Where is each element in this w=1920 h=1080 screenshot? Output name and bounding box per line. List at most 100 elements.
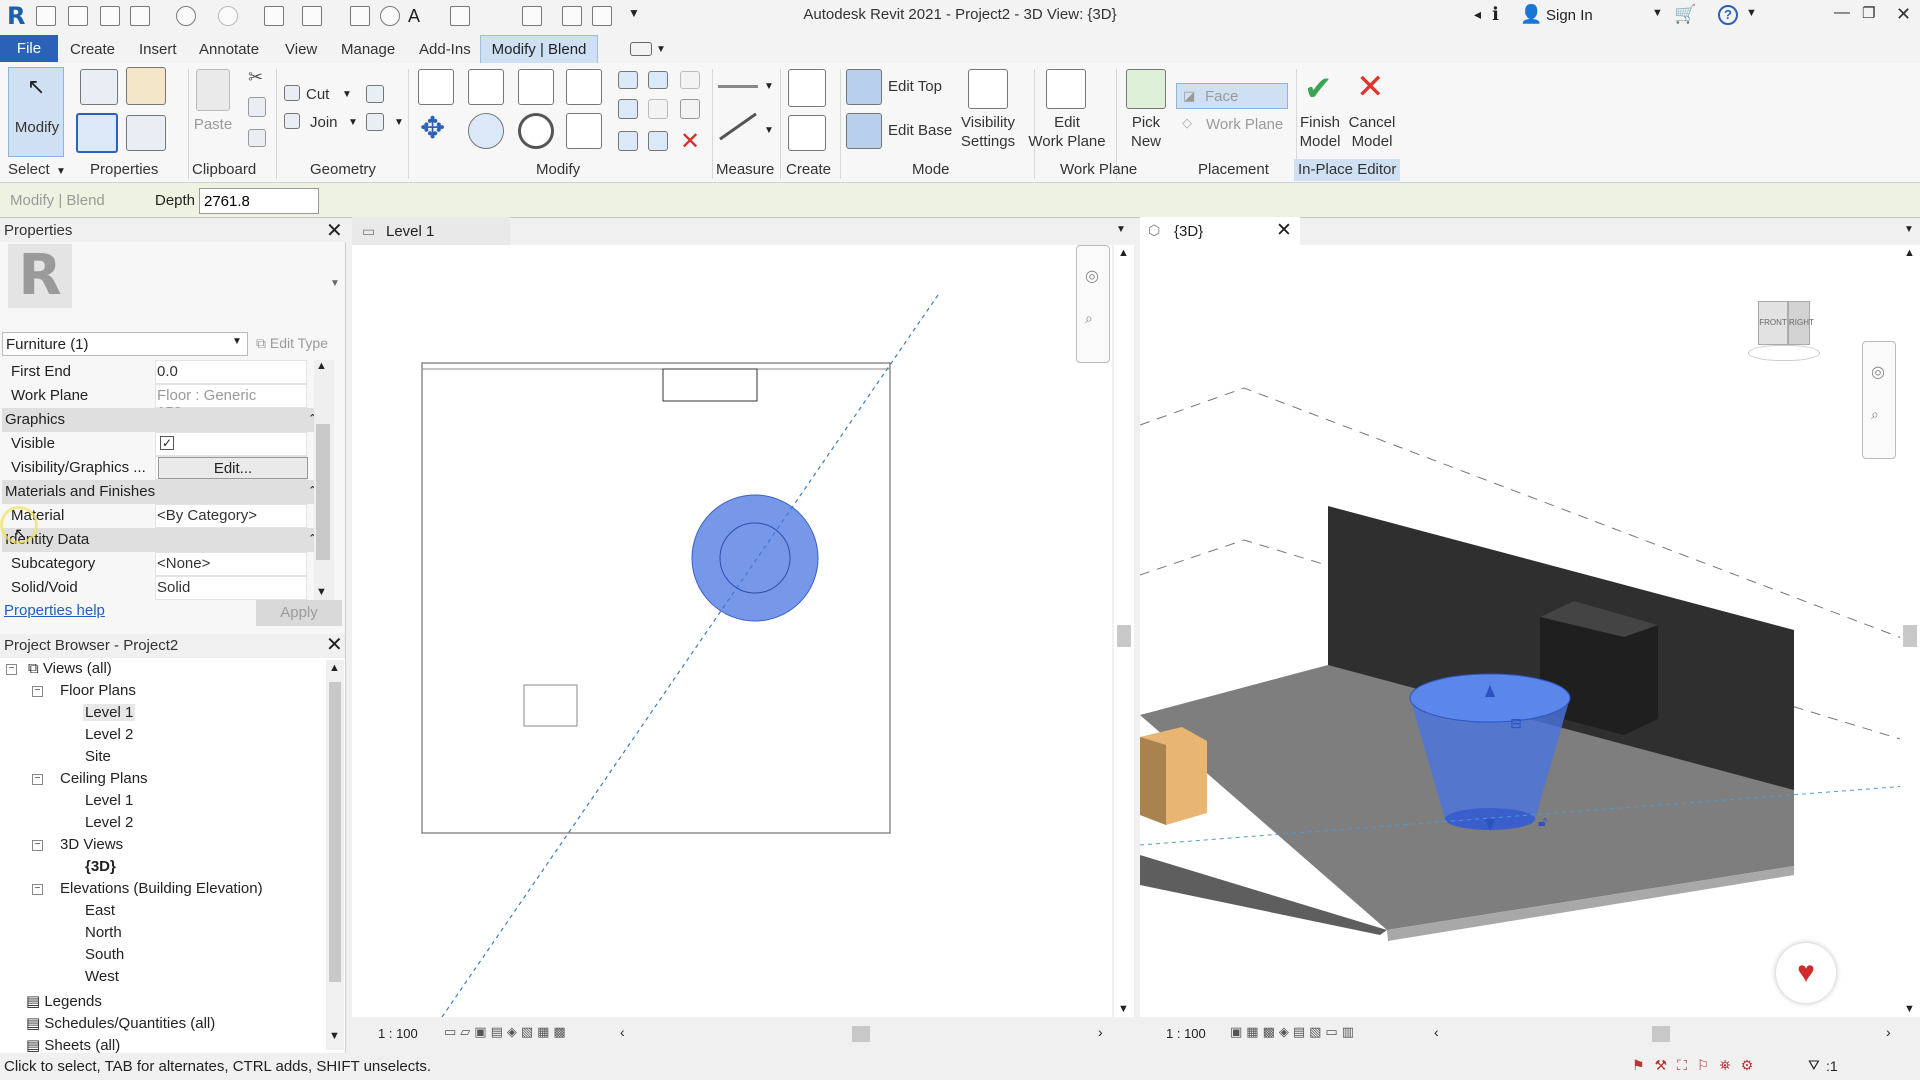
view-cube-right[interactable]: RIGHT	[1788, 301, 1814, 345]
tree-floor-plan-level-1[interactable]: Level 1	[83, 704, 136, 721]
close-3d-tab-icon[interactable]: ✕	[1276, 219, 1292, 242]
edit-top-icon[interactable]	[846, 69, 882, 105]
collapse-icon[interactable]: −	[6, 664, 17, 675]
scroll-down-icon[interactable]: ▼	[316, 586, 327, 598]
view-control-icons-3d[interactable]: ▣▦▩◈▤▧▭▥	[1230, 1024, 1358, 1040]
help-dropdown-icon[interactable]: ▼	[1746, 7, 1757, 19]
tree-floor-plan-site[interactable]: Site	[85, 748, 111, 765]
properties-palette-icon[interactable]	[80, 69, 118, 105]
steering-wheel-icon[interactable]: ◎	[1085, 266, 1099, 286]
minimize-icon[interactable]: —	[1834, 4, 1850, 22]
tree-elevation-west[interactable]: West	[85, 968, 119, 985]
horizontal-scroll-thumb[interactable]	[852, 1026, 870, 1042]
work-plane-placement-label[interactable]: Work Plane	[1206, 115, 1283, 134]
dimension-dropdown-icon[interactable]: ▼	[764, 125, 774, 136]
cart-icon[interactable]: 🛒	[1674, 4, 1696, 25]
lock-grip-icon[interactable]: ⊟	[1510, 715, 1522, 732]
tab-modify-blend[interactable]: Modify | Blend	[480, 35, 598, 63]
open-icon[interactable]	[36, 6, 56, 26]
family-category-icon[interactable]	[126, 115, 166, 151]
tree-elevations[interactable]: Elevations (Building Elevation)	[60, 880, 263, 897]
scroll-left-icon[interactable]: ‹	[620, 1024, 625, 1040]
steering-wheel-icon[interactable]: ◎	[1871, 362, 1885, 382]
visibility-settings-label[interactable]: Visibility Settings	[950, 113, 1026, 151]
paste-icon[interactable]	[196, 69, 230, 111]
switch-windows-icon[interactable]	[562, 6, 582, 26]
navigation-bar[interactable]: ◎ ⌕	[1076, 245, 1110, 363]
scroll-up-icon[interactable]: ▲	[1904, 247, 1915, 259]
view-control-icons[interactable]: ▭▱▣▤◈▧▦▩	[444, 1024, 570, 1040]
work-plane-placement-icon[interactable]: ◇	[1182, 115, 1192, 131]
collapse-icon[interactable]: −	[32, 686, 43, 697]
depth-input[interactable]	[199, 188, 319, 214]
finish-model-icon[interactable]: ✔	[1304, 71, 1333, 107]
join-dropdown-icon[interactable]: ▼	[348, 117, 358, 128]
split-gap-icon[interactable]	[648, 71, 668, 89]
join-label[interactable]: Join	[310, 113, 338, 132]
collapse-icon[interactable]: −	[32, 774, 43, 785]
pin-icon[interactable]	[680, 99, 700, 119]
view-cube-front[interactable]: FRONT	[1758, 301, 1788, 345]
pick-new-icon[interactable]	[1126, 69, 1166, 109]
join-geometry-icon[interactable]	[284, 113, 300, 129]
zoom-icon[interactable]: ⌕	[1085, 310, 1093, 327]
scroll-thumb[interactable]	[329, 682, 341, 982]
tree-ceiling-plans[interactable]: Ceiling Plans	[60, 770, 148, 787]
close-hidden-icon[interactable]	[592, 6, 612, 26]
section-materials[interactable]: Materials and Finishes ⌃	[2, 480, 320, 504]
face-placement-button[interactable]: ◪ Face	[1176, 83, 1288, 109]
copy-icon[interactable]	[248, 97, 266, 117]
collapse-icon[interactable]: −	[32, 884, 43, 895]
view-cube[interactable]: FRONT RIGHT	[1744, 293, 1824, 365]
selection-filter-icons[interactable]: ⚑⚒⛶⚐⛯⚙	[1632, 1057, 1763, 1074]
group-select[interactable]: Select	[8, 161, 50, 178]
modify-button[interactable]: ↖ Modify	[8, 67, 64, 157]
wall-joins-icon[interactable]	[366, 85, 384, 103]
revit-logo[interactable]: R	[7, 2, 25, 30]
cut-geometry-icon[interactable]	[284, 85, 300, 101]
trim-extend-icon[interactable]	[566, 113, 602, 149]
tree-floor-plans[interactable]: Floor Plans	[60, 682, 136, 699]
customize-qat-icon[interactable]: ▼	[628, 6, 648, 26]
property-row-work-plane[interactable]: Work Plane Floor : Generic 150mm	[2, 384, 308, 421]
properties-scrollbar[interactable]: ▲ ▼	[314, 360, 334, 600]
properties-close-icon[interactable]: ✕	[326, 218, 343, 243]
dimension-icon[interactable]	[350, 6, 370, 26]
project-browser-close-icon[interactable]: ✕	[326, 634, 343, 657]
visibility-settings-icon[interactable]	[968, 69, 1008, 109]
folder-icon[interactable]	[68, 6, 88, 26]
tree-3d-default[interactable]: {3D}	[85, 858, 116, 875]
measure-dropdown-icon[interactable]: ▼	[764, 81, 774, 92]
scroll-down-icon[interactable]: ▼	[329, 1030, 340, 1042]
scroll-thumb[interactable]	[1117, 625, 1131, 647]
unpin-icon[interactable]	[680, 71, 700, 89]
tag-icon[interactable]	[380, 6, 400, 26]
cut-label[interactable]: Cut	[306, 85, 329, 104]
tab-manage[interactable]: Manage	[341, 41, 395, 58]
measure-between-icon[interactable]	[718, 85, 758, 88]
create-group-icon[interactable]	[788, 115, 826, 151]
create-similar-icon[interactable]	[788, 69, 826, 107]
tree-3d-views[interactable]: 3D Views	[60, 836, 123, 853]
edit-base-icon[interactable]	[846, 113, 882, 149]
cancel-model-icon[interactable]: ✕	[1356, 69, 1385, 105]
edit-work-plane-icon[interactable]	[1046, 69, 1086, 109]
property-row-material[interactable]: Material <By Category>	[2, 504, 308, 528]
tree-views-all[interactable]: ⧉ Views (all)	[28, 660, 112, 677]
offset-icon[interactable]	[468, 69, 504, 105]
properties-help-link[interactable]: Properties help	[4, 602, 105, 619]
tree-ceiling-level-1[interactable]: Level 1	[85, 792, 133, 809]
move-icon[interactable]: ✥	[420, 113, 445, 145]
match-type-icon[interactable]	[248, 129, 266, 147]
family-types-icon[interactable]	[126, 67, 166, 105]
type-filter-select[interactable]: Furniture (1)	[2, 332, 248, 356]
tab-add-ins[interactable]: Add-Ins	[419, 41, 471, 58]
rotate-icon[interactable]	[518, 113, 554, 149]
property-row-solid-void[interactable]: Solid/Void Solid	[2, 576, 308, 600]
delete-icon[interactable]: ✕	[680, 127, 700, 156]
property-row-visibility-graphics[interactable]: Visibility/Graphics ... Edit...	[2, 456, 308, 480]
scroll-up-icon[interactable]: ▲	[316, 360, 327, 372]
close-window-icon[interactable]: ✕	[1896, 4, 1911, 25]
plan-scale[interactable]: 1 : 100	[378, 1026, 418, 1041]
sign-in-link[interactable]: Sign In	[1546, 7, 1593, 24]
